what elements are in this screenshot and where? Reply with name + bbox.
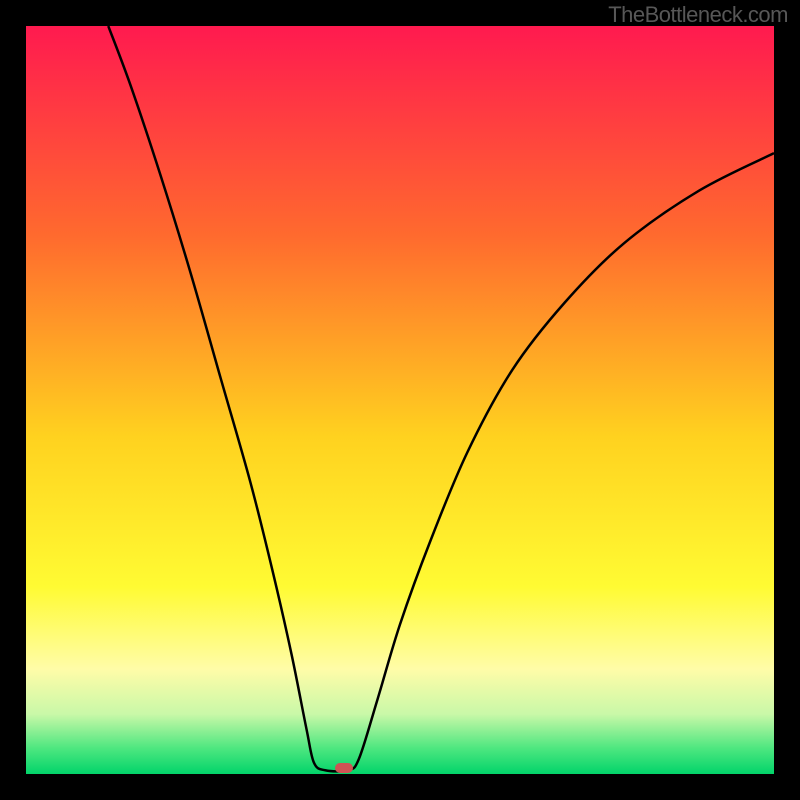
watermark-label: TheBottleneck.com — [608, 2, 788, 28]
optimal-point-marker — [335, 763, 353, 773]
chart-frame — [26, 26, 774, 774]
gradient-background — [26, 26, 774, 774]
